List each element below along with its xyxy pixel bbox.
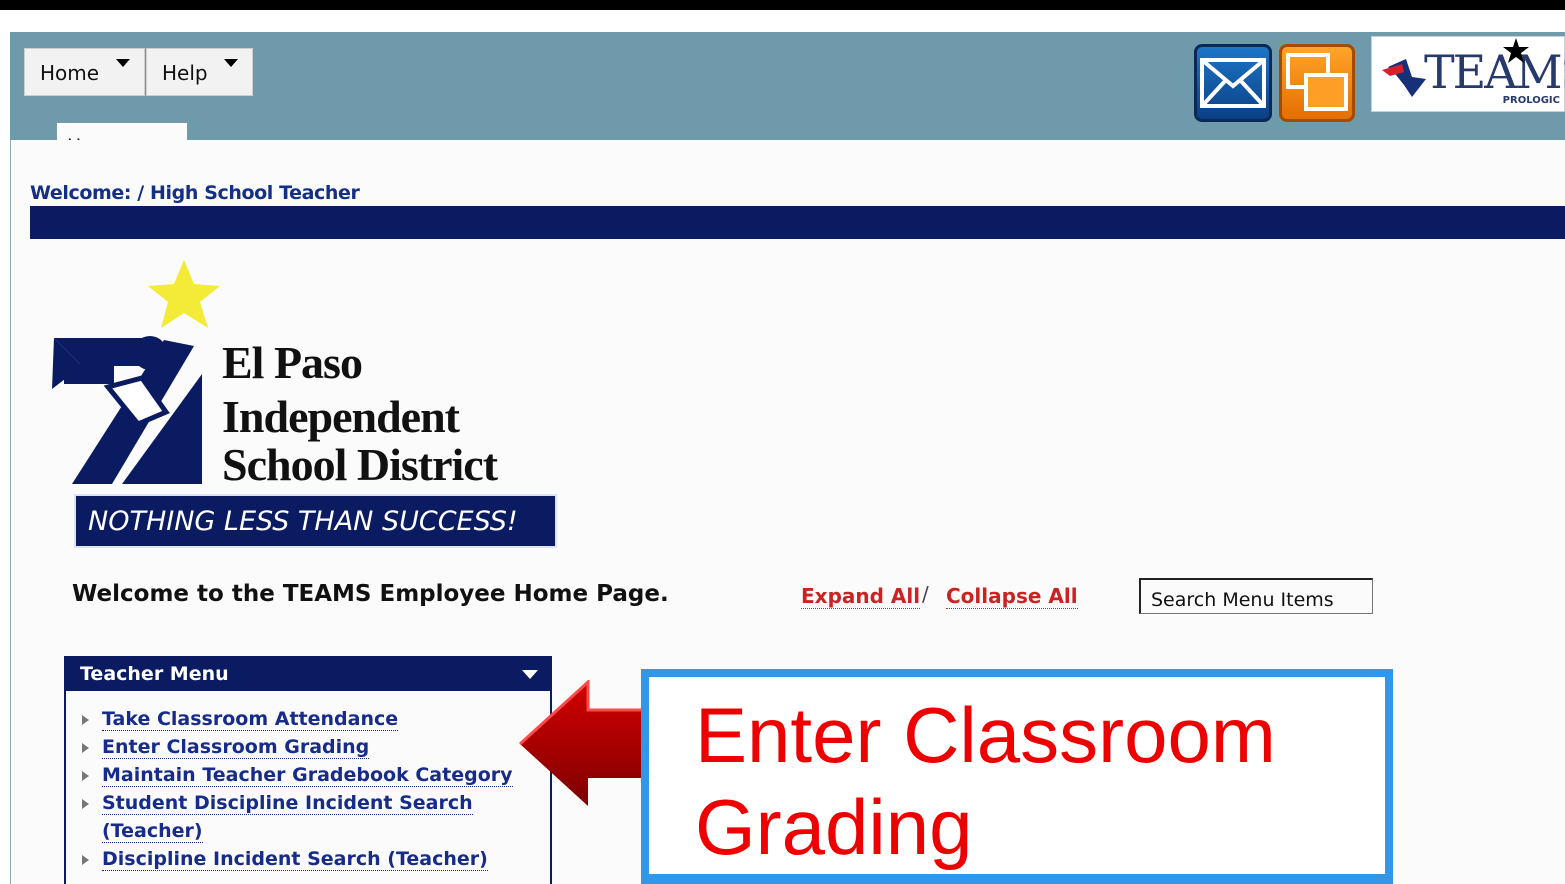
home-menu-label: Home: [40, 61, 100, 85]
menu-item-take-classroom-attendance[interactable]: Take Classroom Attendance: [102, 709, 399, 731]
search-menu-input[interactable]: [1139, 578, 1373, 614]
menu-item-student-discipline-incident-search-teacher[interactable]: (Teacher): [102, 821, 203, 843]
menubar: Home Help: [24, 48, 253, 96]
menu-bullet-icon: [82, 799, 89, 809]
expand-all-link[interactable]: Expand All: [801, 584, 921, 609]
collapse-all-link[interactable]: Collapse All: [946, 584, 1078, 609]
chevron-down-icon: [224, 59, 238, 67]
menu-item-discipline-incident-search-teacher[interactable]: Discipline Incident Search (Teacher): [102, 849, 488, 871]
welcome-text: Welcome to the TEAMS Employee Home Page.: [72, 581, 669, 607]
menu-bullet-icon: [82, 715, 89, 725]
callout-line-2: Grading: [695, 783, 973, 871]
chevron-down-icon: [116, 59, 130, 67]
menu-item-student-discipline-incident-search[interactable]: Student Discipline Incident Search: [102, 793, 473, 815]
window-icon[interactable]: [1279, 44, 1355, 122]
header-strip: [30, 206, 1565, 239]
district-logo: El Paso Independent School District NOTH…: [44, 254, 584, 554]
menu-bullet-icon: [82, 855, 89, 865]
mail-icon[interactable]: [1194, 44, 1272, 122]
teams-logo-subtext: PROLOGIC: [1502, 95, 1560, 106]
teams-logo: TEAMS PROLOGIC: [1371, 36, 1565, 112]
home-menu-button[interactable]: Home: [24, 48, 145, 96]
teams-logo-text: TEAMS: [1424, 45, 1565, 99]
help-menu-button[interactable]: Help: [146, 48, 253, 96]
menu-bullet-icon: [82, 743, 89, 753]
district-name-line3: School District: [222, 439, 498, 490]
teacher-menu-header[interactable]: Teacher Menu: [66, 656, 552, 691]
teacher-menu-title: Teacher Menu: [80, 663, 229, 685]
district-name-line2: Independent: [222, 391, 460, 442]
top-black-bar: [0, 0, 1565, 10]
district-motto: NOTHING LESS THAN SUCCESS!: [74, 494, 557, 548]
chevron-down-icon[interactable]: [522, 670, 538, 679]
callout-text: Enter Classroom Grading: [695, 689, 1276, 873]
left-arrow-icon: [518, 680, 644, 806]
menu-item-enter-classroom-grading[interactable]: Enter Classroom Grading: [102, 737, 370, 759]
menu-bullet-icon: [82, 771, 89, 781]
callout-line-1: Enter Classroom: [695, 691, 1276, 779]
callout-box: Enter Classroom Grading: [641, 669, 1393, 884]
menu-item-maintain-teacher-gradebook-category[interactable]: Maintain Teacher Gradebook Category: [102, 765, 513, 787]
link-separator: /: [922, 582, 929, 606]
teacher-menu-panel: Teacher Menu Take Classroom Attendance E…: [64, 656, 552, 884]
help-menu-label: Help: [162, 61, 208, 85]
district-name-line1: El Paso: [222, 337, 363, 388]
breadcrumb: Welcome: / High School Teacher: [30, 182, 360, 204]
